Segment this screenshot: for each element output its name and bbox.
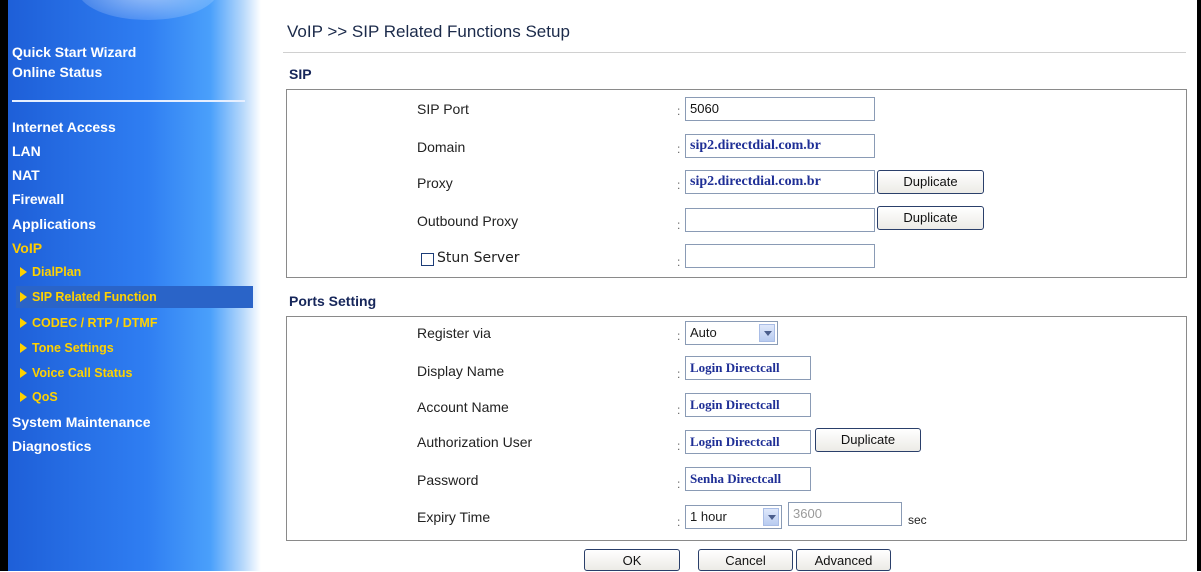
page-title: VoIP >> SIP Related Functions Setup [287, 22, 570, 41]
sidebar-item-internet-access[interactable]: Internet Access [12, 119, 116, 135]
sidebar-subitem-codec-rtp-dtmf[interactable]: CODEC / RTP / DTMF [20, 316, 157, 330]
sidebar-subitem-qos[interactable]: QoS [20, 390, 58, 404]
triangle-right-icon [20, 392, 27, 402]
sidebar-item-quick-start-wizard[interactable]: Quick Start Wizard [12, 44, 136, 60]
triangle-right-icon [20, 343, 27, 353]
cancel-button[interactable]: Cancel [698, 549, 793, 571]
sip-port-label: SIP Port [417, 101, 469, 117]
sidebar: Quick Start Wizard Online Status Interne… [8, 0, 261, 571]
proxy-input[interactable]: sip2.directdial.com.br [685, 170, 875, 194]
colon: : [677, 477, 681, 491]
triangle-right-icon [20, 267, 27, 277]
sidebar-item-lan[interactable]: LAN [12, 143, 41, 159]
triangle-right-icon [20, 292, 27, 302]
sidebar-glow [78, 0, 218, 20]
sidebar-item-applications[interactable]: Applications [12, 216, 96, 232]
title-divider [283, 52, 1186, 53]
chevron-down-icon[interactable] [763, 508, 779, 526]
sidebar-item-system-maintenance[interactable]: System Maintenance [12, 414, 151, 430]
password-label: Password [417, 472, 479, 488]
triangle-right-icon [20, 318, 27, 328]
colon: : [677, 329, 681, 343]
display-name-label: Display Name [417, 363, 505, 379]
domain-label: Domain [417, 139, 466, 155]
advanced-button[interactable]: Advanced [796, 549, 891, 571]
sip-port-input[interactable]: 5060 [685, 97, 875, 121]
proxy-label: Proxy [417, 175, 453, 191]
sip-section-title: SIP [289, 66, 312, 82]
outbound-proxy-duplicate-button[interactable]: Duplicate [877, 206, 984, 230]
sidebar-item-diagnostics[interactable]: Diagnostics [12, 438, 91, 454]
colon: : [677, 403, 681, 417]
right-frame-border [1197, 0, 1201, 571]
sidebar-subitem-dialplan[interactable]: DialPlan [20, 265, 81, 279]
expiry-time-select[interactable]: 1 hour [685, 505, 782, 529]
password-input[interactable]: Senha Directcall [685, 467, 811, 491]
expiry-time-value: 1 hour [690, 509, 727, 524]
left-frame-border [0, 0, 8, 571]
triangle-right-icon [20, 368, 27, 378]
sidebar-item-online-status[interactable]: Online Status [12, 64, 102, 80]
expiry-time-label: Expiry Time [417, 509, 491, 525]
account-name-input[interactable]: Login Directcall [685, 393, 811, 417]
outbound-proxy-input[interactable] [685, 208, 875, 232]
domain-input[interactable]: sip2.directdial.com.br [685, 134, 875, 158]
sidebar-item-nat[interactable]: NAT [12, 167, 40, 183]
sidebar-subitem-tone-settings[interactable]: Tone Settings [20, 341, 114, 355]
seconds-unit-label: sec [908, 513, 927, 527]
stun-server-checkbox[interactable] [421, 253, 434, 266]
authorization-user-input[interactable]: Login Directcall [685, 430, 811, 454]
sidebar-item-firewall[interactable]: Firewall [12, 191, 64, 207]
outbound-proxy-label: Outbound Proxy [417, 213, 519, 229]
colon: : [677, 439, 681, 453]
register-via-value: Auto [690, 325, 717, 340]
expiry-seconds-input[interactable]: 3600 [788, 502, 902, 526]
proxy-duplicate-button[interactable]: Duplicate [877, 170, 984, 194]
colon: : [677, 142, 681, 156]
register-via-label: Register via [417, 325, 491, 341]
register-via-select[interactable]: Auto [685, 321, 778, 345]
authorization-user-label: Authorization User [417, 434, 533, 450]
ports-section-title: Ports Setting [289, 293, 377, 309]
colon: : [677, 255, 681, 269]
sidebar-divider [12, 100, 245, 102]
colon: : [677, 515, 681, 529]
sidebar-subitem-sip-related-function[interactable]: SIP Related Function [16, 286, 253, 308]
chevron-down-icon[interactable] [759, 324, 775, 342]
colon: : [677, 367, 681, 381]
stun-server-input[interactable] [685, 244, 875, 268]
display-name-input[interactable]: Login Directcall [685, 356, 811, 380]
ok-button[interactable]: OK [584, 549, 680, 571]
colon: : [677, 178, 681, 192]
account-name-label: Account Name [417, 399, 509, 415]
sidebar-subitem-voice-call-status[interactable]: Voice Call Status [20, 366, 133, 380]
stun-server-label: Stun Server [437, 250, 520, 266]
colon: : [677, 218, 681, 232]
authorization-user-duplicate-button[interactable]: Duplicate [815, 428, 921, 452]
colon: : [677, 104, 681, 118]
sidebar-item-voip[interactable]: VoIP [12, 240, 42, 256]
